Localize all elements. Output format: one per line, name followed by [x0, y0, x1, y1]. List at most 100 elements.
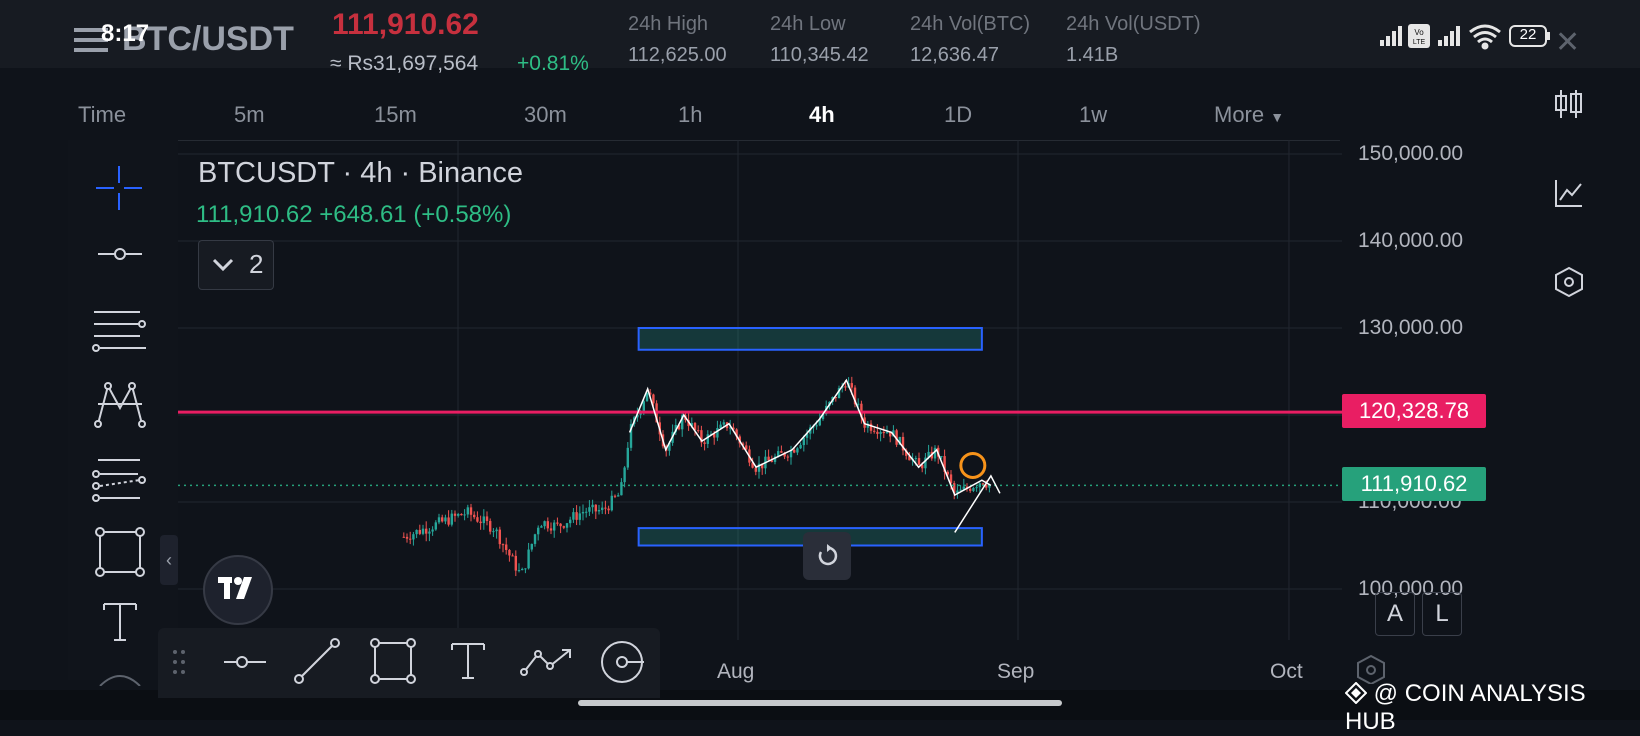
candle	[511, 555, 514, 557]
horizontal-ray-icon[interactable]	[222, 652, 268, 672]
highlight-circle	[959, 451, 987, 479]
log-scale-button[interactable]: L	[1422, 592, 1462, 636]
projection-arrow	[954, 474, 1001, 533]
zone-rect	[637, 327, 983, 351]
candle	[431, 529, 434, 532]
signal-icon	[1380, 26, 1402, 46]
candle	[549, 528, 553, 531]
candle	[425, 528, 428, 534]
candle	[492, 531, 495, 533]
x-tick: Aug	[717, 660, 755, 683]
chart-style-icon[interactable]	[1554, 88, 1584, 120]
watermark: @ COIN ANALYSIS HUB	[1344, 680, 1640, 736]
candle	[594, 504, 598, 512]
rectangle-icon[interactable]	[94, 526, 146, 578]
candle	[453, 513, 457, 516]
fib-icon[interactable]	[92, 308, 148, 356]
tab-1h[interactable]: 1h	[678, 102, 702, 128]
candle	[543, 521, 546, 527]
close-icon[interactable]: ✕	[1555, 25, 1580, 60]
candle	[402, 536, 406, 538]
candle	[604, 507, 607, 509]
candle	[767, 456, 770, 461]
tab-4h[interactable]: 4h	[809, 102, 835, 128]
chevron-down-icon	[212, 258, 234, 272]
indicator-collapse-button[interactable]: 2	[198, 240, 274, 290]
tab-more[interactable]: More ▼	[1214, 102, 1284, 128]
tab-time[interactable]: Time	[78, 102, 126, 128]
y-tick: 140,000.00	[1358, 229, 1464, 252]
candle	[537, 527, 540, 535]
candle	[972, 488, 975, 491]
home-indicator[interactable]	[578, 700, 1062, 706]
settings-icon[interactable]	[1554, 266, 1584, 298]
tab-15m[interactable]: 15m	[374, 102, 417, 128]
horizontal-line-icon[interactable]	[96, 242, 144, 266]
reset-chart-button[interactable]	[803, 532, 851, 580]
reset-icon	[818, 544, 838, 566]
candle	[754, 467, 758, 472]
indicators-icon[interactable]	[1554, 178, 1584, 208]
candle	[485, 516, 489, 521]
text-icon[interactable]	[100, 600, 140, 644]
candle	[620, 482, 623, 496]
more-tools-icon[interactable]	[96, 666, 144, 686]
candle	[914, 458, 918, 460]
battery-level: 22	[1519, 26, 1537, 43]
candle	[553, 522, 556, 531]
auto-scale-button[interactable]: A	[1375, 592, 1415, 636]
candle	[978, 483, 982, 488]
rectangle-icon[interactable]	[370, 638, 416, 684]
candle	[514, 555, 518, 571]
tradingview-logo[interactable]	[203, 555, 273, 625]
tab-1w[interactable]: 1w	[1079, 102, 1107, 128]
candle	[498, 529, 502, 545]
stat-value-low: 110,345.42	[770, 44, 869, 66]
candle	[559, 523, 562, 527]
chart-legend-title[interactable]: BTCUSDT · 4h · Binance	[198, 157, 523, 190]
pattern-icon[interactable]	[94, 378, 146, 430]
candle	[780, 451, 783, 453]
candle	[591, 504, 594, 508]
caret-down-icon: ▼	[1270, 109, 1285, 125]
watermark-logo-icon	[1344, 681, 1368, 705]
candle	[607, 508, 610, 511]
candle	[444, 517, 447, 522]
candle	[441, 517, 444, 522]
candle	[716, 428, 719, 438]
candle	[575, 512, 578, 520]
candle	[969, 488, 972, 491]
candle	[482, 516, 486, 524]
indicator-count: 2	[249, 249, 264, 279]
tab-more-label: More	[1214, 102, 1265, 127]
tab-1d[interactable]: 1D	[944, 102, 972, 128]
path-icon[interactable]	[520, 644, 576, 678]
change-percent: +0.81%	[517, 52, 589, 75]
candle	[473, 514, 476, 518]
text-icon[interactable]	[450, 640, 486, 682]
more-icon[interactable]	[600, 640, 646, 686]
candle	[879, 431, 882, 434]
toolbar-collapse-arrow[interactable]: ‹	[160, 535, 178, 585]
candle	[517, 570, 521, 572]
candle	[917, 458, 921, 465]
trend-line-icon[interactable]	[294, 638, 340, 684]
drag-handle-icon[interactable]	[172, 648, 186, 676]
candle	[940, 456, 943, 458]
channel-icon[interactable]	[92, 454, 148, 504]
tab-30m[interactable]: 30m	[524, 102, 567, 128]
crosshair-icon[interactable]	[96, 162, 144, 210]
candle	[565, 523, 569, 528]
candle	[562, 526, 566, 528]
candle	[495, 529, 498, 532]
tab-5m[interactable]: 5m	[234, 102, 265, 128]
candle	[556, 522, 559, 524]
stat-label-low: 24h Low	[770, 13, 846, 35]
overlays	[178, 378, 1342, 533]
candle	[610, 495, 614, 511]
candle	[706, 434, 710, 444]
candle	[469, 507, 473, 515]
price-axis[interactable]: 150,000.00 140,000.00 130,000.00 110,000…	[1342, 140, 1497, 640]
resistance-price-tag: 120,328.78	[1342, 394, 1486, 428]
fiat-price: ≈ Rs31,697,564	[330, 52, 479, 75]
